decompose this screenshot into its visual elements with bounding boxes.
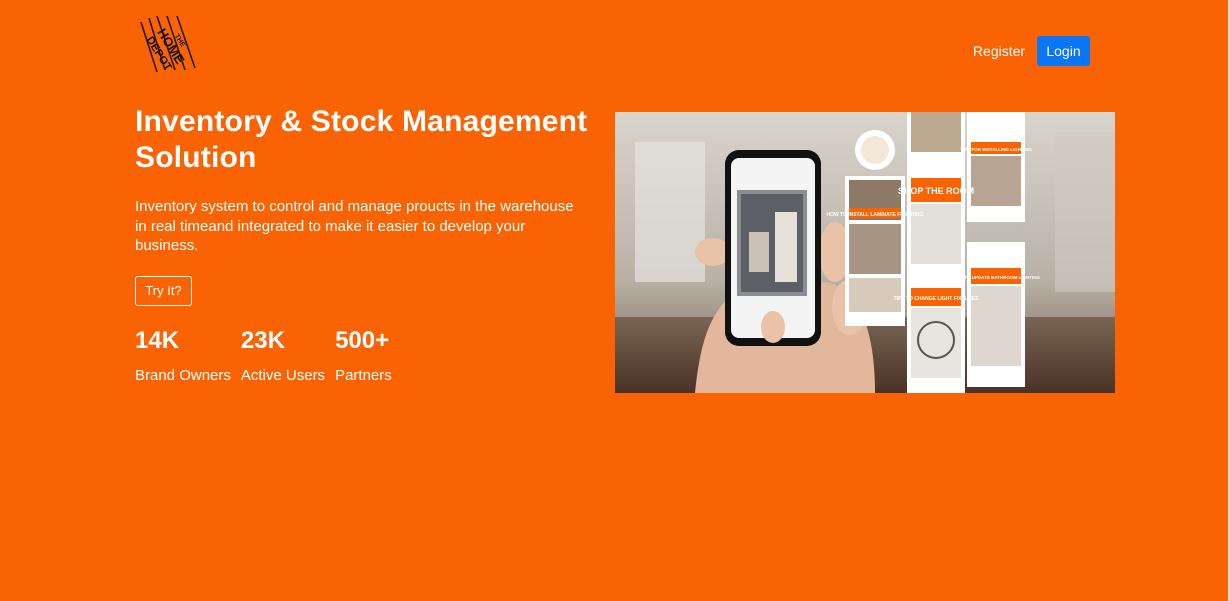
- stat-label: Brand Owners: [135, 367, 231, 384]
- hero-description: Inventory system to control and manage p…: [135, 198, 574, 254]
- hero-title: Inventory & Stock Management Solution: [135, 105, 588, 174]
- stat-value: 500+: [335, 327, 390, 354]
- stat-partners: 500+ Partners: [335, 325, 392, 386]
- stat-value: 23K: [240, 327, 285, 354]
- stat-label: Partners: [335, 367, 392, 384]
- register-link[interactable]: Register: [968, 36, 1030, 66]
- stats-row: 14K Brand Owners 23K Active Users 500+ P…: [135, 325, 402, 386]
- stat-brand-owners: 14K Brand Owners: [135, 325, 231, 386]
- svg-text:HOW TO UPDATE BATHROOM LIGHTIN: HOW TO UPDATE BATHROOM LIGHTING: [952, 275, 1040, 280]
- stat-active-users: 23K Active Users: [241, 325, 325, 386]
- try-it-button[interactable]: Try It?: [135, 276, 192, 306]
- login-button[interactable]: Login: [1037, 36, 1090, 66]
- svg-text:TIPS FOR INSTALLING LIGHTING: TIPS FOR INSTALLING LIGHTING: [960, 147, 1032, 152]
- phone-in-hand-image: HOW TO INSTALL LAMINATE FLOORING SHOP TH…: [615, 112, 1115, 393]
- home-depot-logo-icon[interactable]: THE HOME DEPOT: [135, 12, 200, 77]
- svg-text:TIPS TO CHANGE LIGHT FIXTURES: TIPS TO CHANGE LIGHT FIXTURES: [894, 296, 980, 302]
- svg-text:HOW TO INSTALL LAMINATE FLOORI: HOW TO INSTALL LAMINATE FLOORING: [826, 212, 923, 218]
- stat-label: Active Users: [240, 367, 326, 384]
- stat-value: 14K: [135, 327, 180, 354]
- svg-text:SHOP THE ROOM: SHOP THE ROOM: [898, 186, 974, 196]
